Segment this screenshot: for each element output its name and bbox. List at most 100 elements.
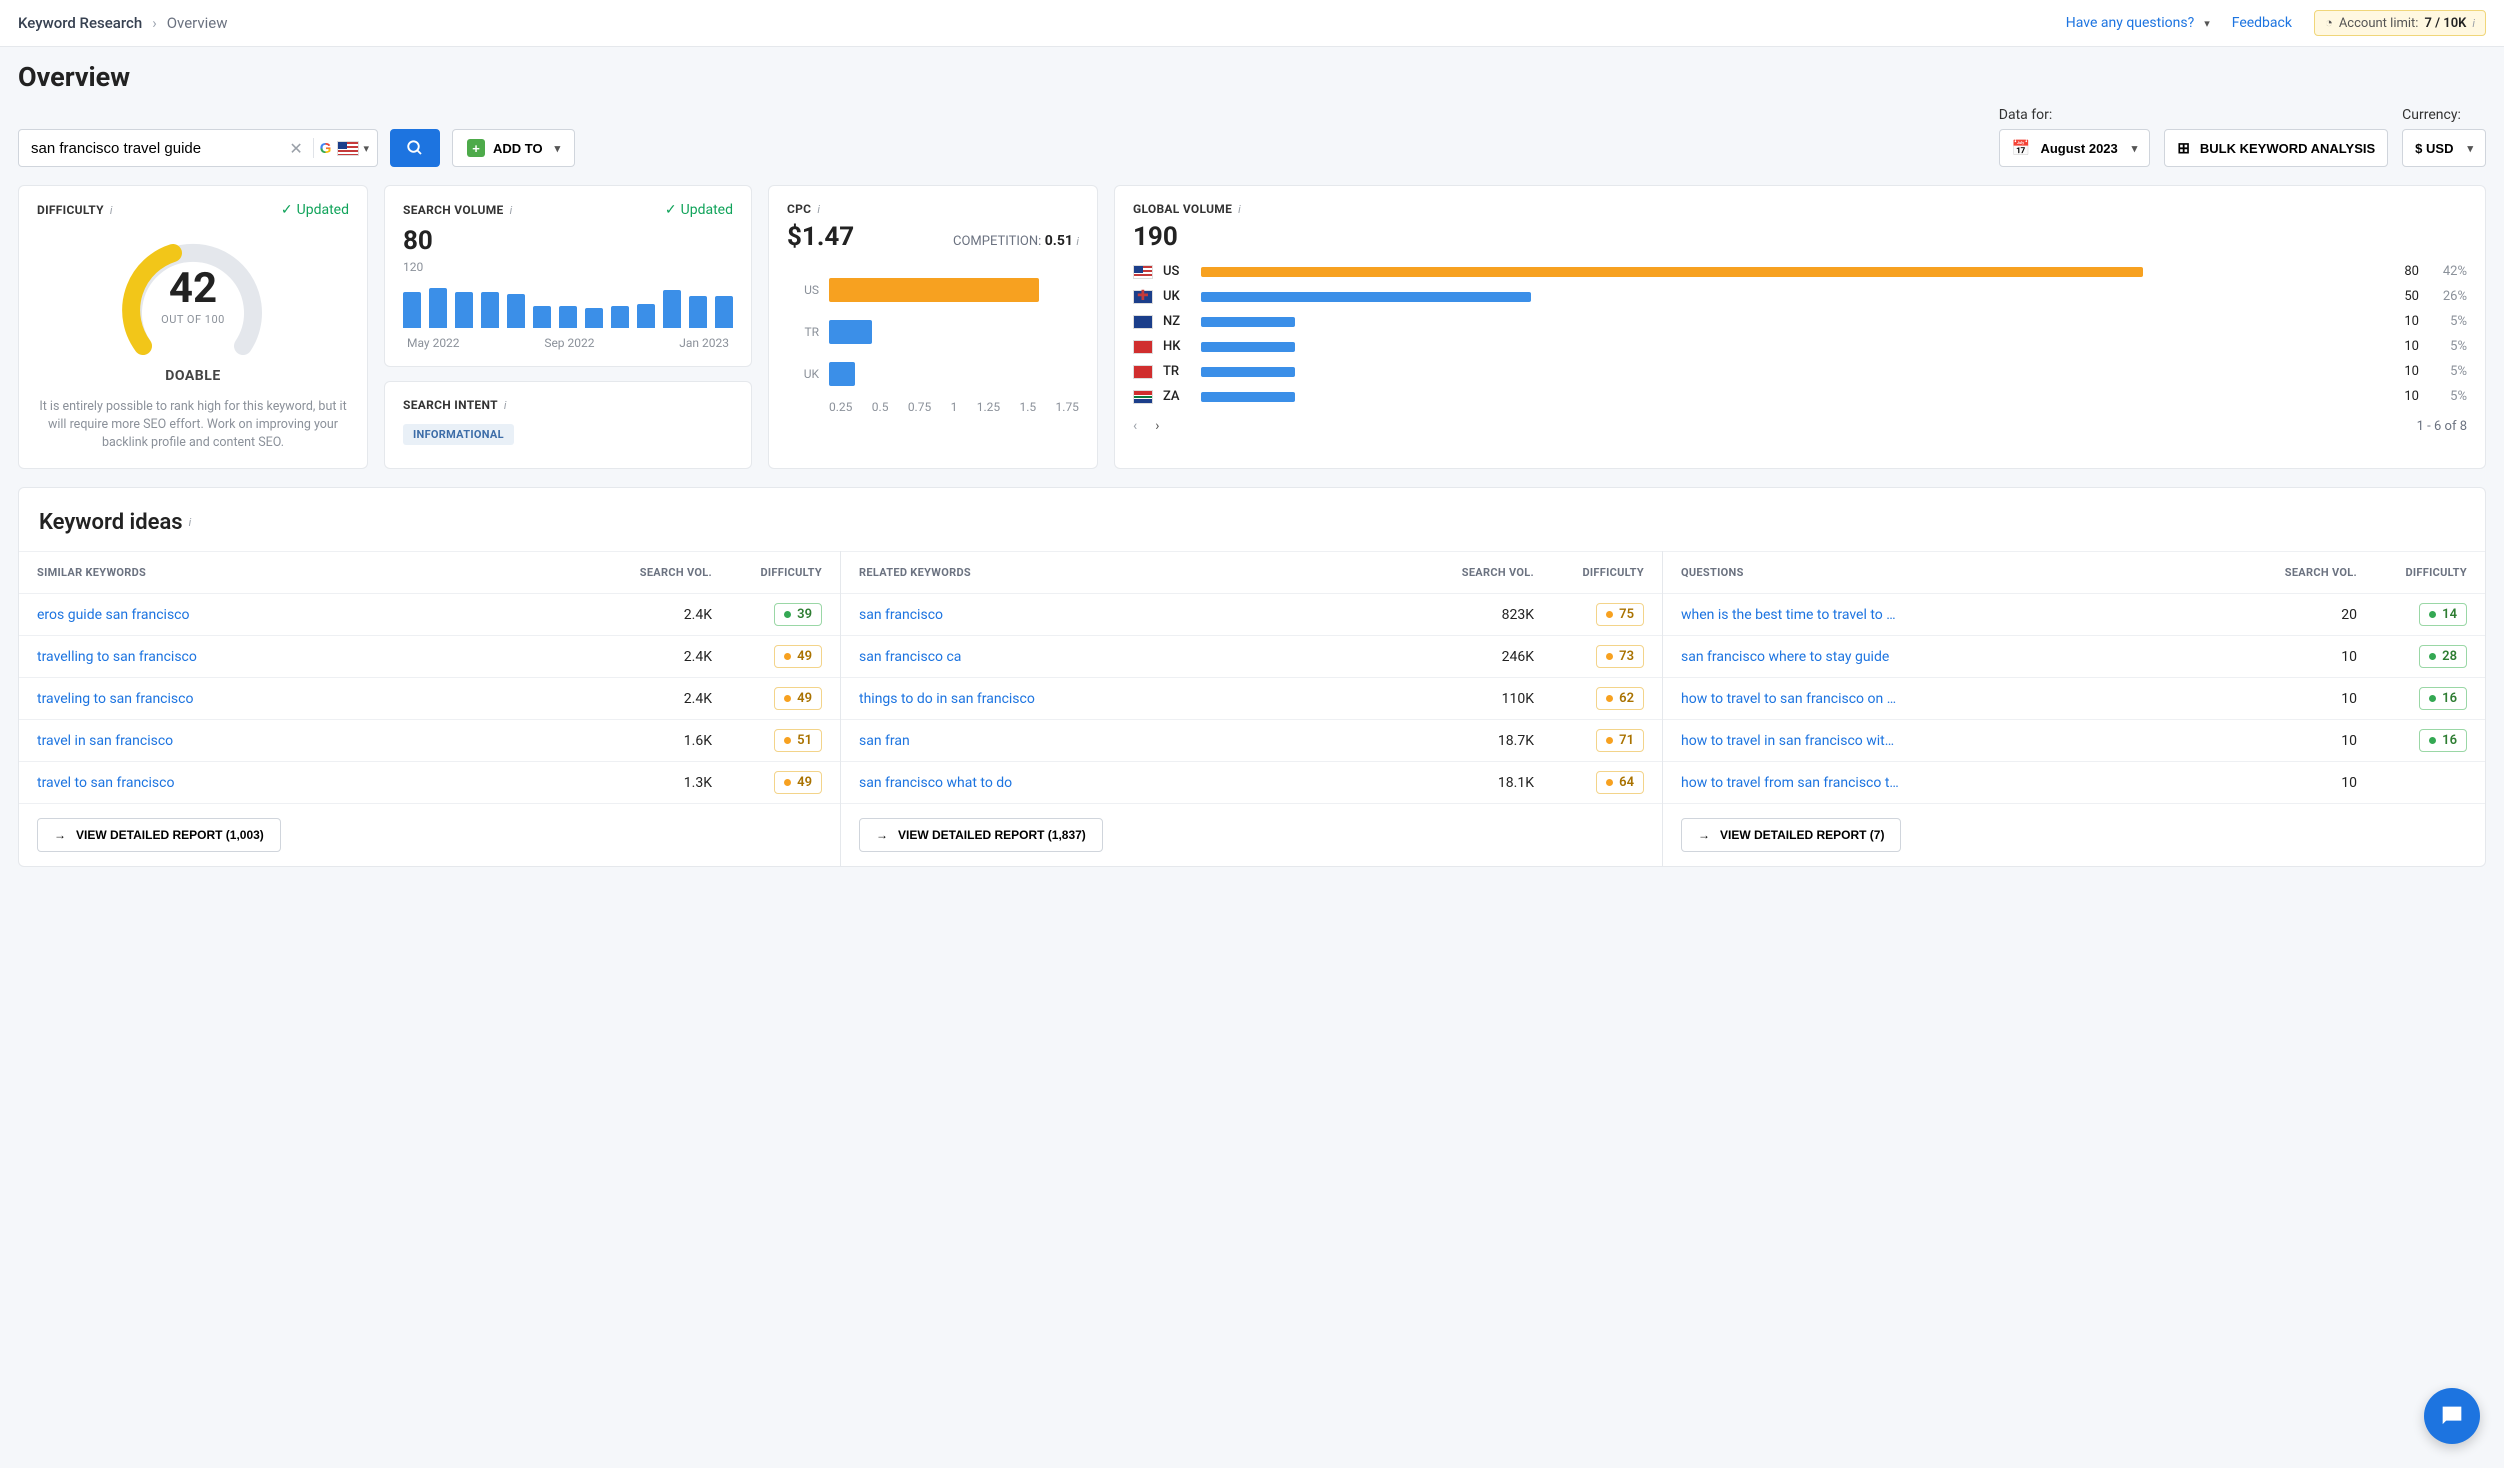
volume-cell: 20 [2247,607,2357,623]
difficulty-pill: 16 [2419,729,2467,752]
keyword-link[interactable]: traveling to san francisco [37,691,602,707]
difficulty-gauge: 42 OUT OF 100 [113,226,273,366]
cpc-chart: US TR UK [787,274,1079,390]
chat-button[interactable] [2424,1388,2480,1444]
keyword-link[interactable]: eros guide san francisco [37,607,602,623]
difficulty-pill: 49 [774,645,822,668]
calendar-icon: 📅 [2012,139,2031,157]
volume-cell: 2.4K [602,691,712,707]
difficulty-pill: 64 [1596,771,1644,794]
check-icon: ✓ [281,202,293,218]
keyword-link[interactable]: travel in san francisco [37,733,602,749]
column-header: SIMILAR KEYWORDSSEARCH VOL.DIFFICULTY [19,551,840,593]
pager: ‹ › [1133,418,1159,434]
add-to-button[interactable]: + ADD TO ▾ [452,129,575,167]
keyword-link[interactable]: travel to san francisco [37,775,602,791]
flag-icon [1133,290,1153,304]
intent-pill: INFORMATIONAL [403,424,514,445]
grid-plus-icon: ⊞ [2177,139,2190,157]
top-bar: Keyword Research › Overview Have any que… [0,0,2504,47]
difficulty-card: DIFFICULTYi ✓Updated 42 OUT OF 100 DOABL… [18,185,368,469]
difficulty-pill: 39 [774,603,822,626]
info-icon[interactable]: i [504,399,507,412]
gauge-icon: ◔ [2325,15,2333,31]
search-button[interactable] [390,129,440,167]
bar [455,292,473,328]
info-icon[interactable]: i [1238,203,1241,216]
page-title: Overview [18,61,2486,93]
difficulty-description: It is entirely possible to rank high for… [37,398,349,452]
global-volume-row: NZ 10 5% [1133,314,2467,329]
difficulty-pill: 28 [2419,645,2467,668]
account-limit-badge[interactable]: ◔ Account limit: 7 / 10K i [2314,10,2486,36]
country-flag-icon[interactable] [337,141,359,156]
table-row: travelling to san francisco 2.4K 49 [19,635,840,677]
bar [663,290,681,328]
keyword-link[interactable]: travelling to san francisco [37,649,602,665]
currency-select[interactable]: $ USD ▾ [2402,129,2486,167]
table-row: how to travel in san francisco wit… 10 1… [1663,719,2485,761]
difficulty-pill: 49 [774,771,822,794]
date-label: Data for: [1999,107,2151,123]
difficulty-pill: 49 [774,687,822,710]
bar [533,306,551,328]
keyword-link[interactable]: san francisco ca [859,649,1424,665]
keyword-link[interactable]: san fran [859,733,1424,749]
info-icon[interactable]: i [110,204,113,217]
view-report-button[interactable]: →VIEW DETAILED REPORT (1,003) [37,818,281,852]
keyword-link[interactable]: san francisco what to do [859,775,1424,791]
keyword-link[interactable]: things to do in san francisco [859,691,1424,707]
pager-prev[interactable]: ‹ [1133,418,1137,434]
chevron-down-icon[interactable]: ▾ [363,142,369,155]
keyword-search-box[interactable]: ✕ G ▾ [18,129,378,167]
bulk-analysis-button[interactable]: ⊞ BULK KEYWORD ANALYSIS [2164,129,2388,167]
hbar-label: UK [787,367,819,381]
volume-cell: 10 [2247,733,2357,749]
bar [429,288,447,328]
difficulty-pill: 62 [1596,687,1644,710]
breadcrumb-current: Overview [167,14,228,32]
keyword-input[interactable] [31,140,285,157]
flag-icon [1133,390,1153,404]
cpc-value: $1.47 [787,222,854,252]
bar [481,292,499,328]
keyword-link[interactable]: how to travel in san francisco wit… [1681,733,2247,749]
hbar-label: TR [787,325,819,339]
info-icon[interactable]: i [510,204,513,217]
pager-next[interactable]: › [1155,418,1159,434]
table-row: san francisco ca 246K 73 [841,635,1662,677]
date-select[interactable]: 📅 August 2023 ▾ [1999,129,2151,167]
feedback-link[interactable]: Feedback [2232,15,2292,31]
keyword-link[interactable]: san francisco [859,607,1424,623]
info-icon[interactable]: i [817,203,820,216]
questions-link[interactable]: Have any questions? ▾ [2066,15,2210,31]
breadcrumb-root[interactable]: Keyword Research [18,14,142,32]
difficulty-title: DIFFICULTYi [37,203,113,217]
info-icon[interactable]: i [189,516,192,529]
difficulty-value: 42 [113,264,273,313]
keyword-link[interactable]: how to travel from san francisco t… [1681,775,2247,791]
bar [637,304,655,328]
keyword-link[interactable]: san francisco where to stay guide [1681,649,2247,665]
arrow-right-icon: → [1698,828,1710,842]
info-icon[interactable]: i [1076,235,1079,248]
clear-icon[interactable]: ✕ [285,139,306,158]
view-report-button[interactable]: →VIEW DETAILED REPORT (1,837) [859,818,1103,852]
breadcrumb: Keyword Research › Overview [18,14,228,32]
arrow-right-icon: → [876,828,888,842]
bar [585,308,603,328]
keyword-link[interactable]: when is the best time to travel to … [1681,607,2247,623]
updated-badge: ✓Updated [281,202,349,218]
difficulty-pill: 73 [1596,645,1644,668]
hbar-fill [829,320,872,344]
difficulty-pill: 71 [1596,729,1644,752]
keyword-link[interactable]: how to travel to san francisco on … [1681,691,2247,707]
flag-icon [1133,365,1153,379]
ideas-column: QUESTIONSSEARCH VOL.DIFFICULTY when is t… [1663,551,2485,866]
view-report-button[interactable]: →VIEW DETAILED REPORT (7) [1681,818,1901,852]
table-row: san francisco 823K 75 [841,593,1662,635]
table-row: san francisco what to do 18.1K 64 [841,761,1662,803]
keyword-ideas-card: Keyword ideasi SIMILAR KEYWORDSSEARCH VO… [18,487,2486,867]
google-icon[interactable]: G [320,140,332,157]
difficulty-pill: 51 [774,729,822,752]
